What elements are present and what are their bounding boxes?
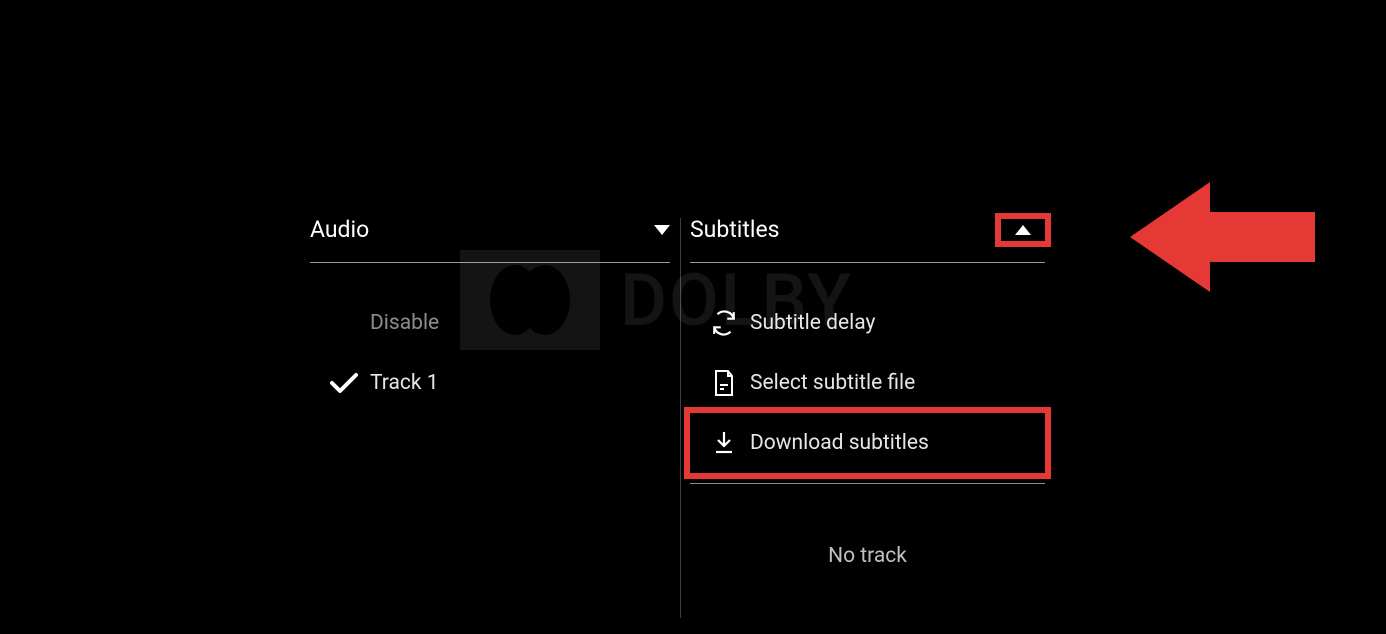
subtitles-panel: Subtitles Subtitle delay — [670, 215, 1045, 568]
audio-panel: Audio Disable Track 1 — [310, 215, 670, 568]
audio-item-label: Track 1 — [370, 371, 439, 395]
file-icon — [698, 369, 750, 397]
select-subtitle-file-option[interactable]: Select subtitle file — [690, 353, 1045, 413]
audio-item-label: Disable — [370, 311, 439, 335]
audio-track-1-option[interactable]: Track 1 — [310, 353, 670, 413]
subtitles-title: Subtitles — [690, 216, 780, 243]
annotation-arrow-icon — [1130, 172, 1320, 302]
check-icon — [318, 372, 370, 394]
no-track-label: No track — [690, 514, 1045, 568]
subtitle-actions-group: Subtitle delay Select subtitle file — [690, 293, 1045, 484]
collapse-button-highlight — [1001, 219, 1045, 241]
audio-header[interactable]: Audio — [310, 215, 670, 263]
download-icon — [698, 430, 750, 456]
download-subtitles-option[interactable]: Download subtitles — [690, 413, 1045, 473]
subtitle-delay-option[interactable]: Subtitle delay — [690, 293, 1045, 353]
subtitle-action-label: Select subtitle file — [750, 371, 915, 395]
subtitle-action-label: Download subtitles — [750, 431, 929, 455]
audio-disable-option[interactable]: Disable — [310, 293, 670, 353]
refresh-icon — [698, 310, 750, 336]
audio-title: Audio — [310, 216, 369, 243]
chevron-up-icon[interactable] — [1015, 225, 1031, 235]
subtitles-header[interactable]: Subtitles — [690, 215, 1045, 263]
chevron-down-icon — [654, 225, 670, 235]
subtitle-action-label: Subtitle delay — [750, 311, 875, 335]
